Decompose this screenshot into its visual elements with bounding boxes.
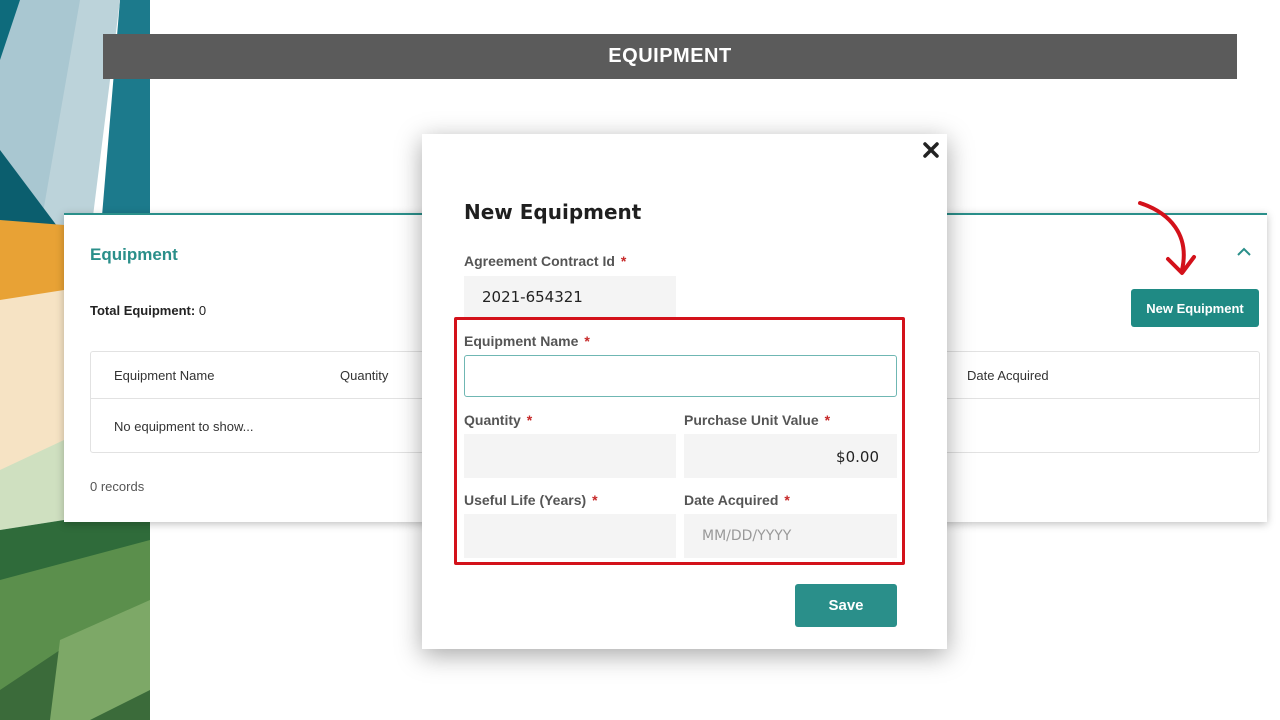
modal-title: New Equipment [464,200,642,224]
column-header[interactable]: Equipment Name [114,368,214,383]
empty-message: No equipment to show... [114,419,254,434]
total-value: 0 [198,303,207,318]
required-mark: * [620,253,627,269]
close-icon[interactable] [921,140,941,160]
column-header[interactable]: Date Acquired [967,368,1049,383]
total-label: Total Equipment: [90,303,196,318]
highlight-box [454,317,905,565]
slide-title: EQUIPMENT [608,45,732,67]
column-header[interactable]: Quantity [340,368,388,383]
chevron-up-icon[interactable] [1235,245,1253,259]
save-button[interactable]: Save [795,584,897,627]
contract-id-field: 2021-654321 [464,276,676,318]
contract-label-text: Agreement Contract Id [464,253,615,269]
total-equipment: Total Equipment: 0 [90,303,206,318]
card-title: Equipment [90,245,178,264]
contract-label: Agreement Contract Id * [464,253,626,269]
title-banner: EQUIPMENT [103,34,1237,79]
records-count: 0 records [90,479,145,494]
new-equipment-button[interactable]: New Equipment [1131,289,1259,327]
slide: EQUIPMENT Equipment Total Equipment: 0 N… [0,0,1280,720]
arrow-annotation-icon [1138,201,1196,275]
new-equipment-modal: New Equipment Agreement Contract Id * 202… [422,134,947,649]
